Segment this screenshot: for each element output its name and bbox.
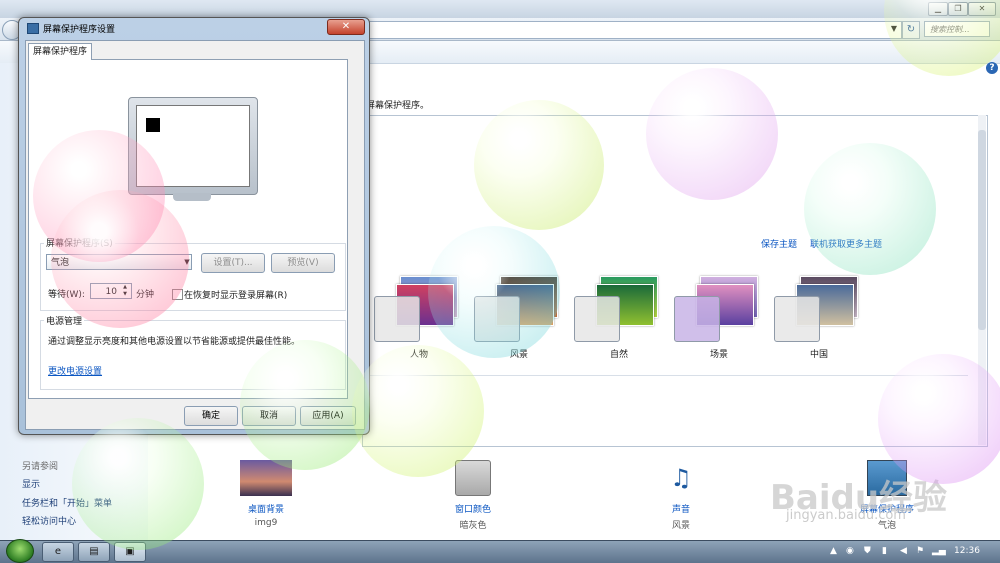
dialog-app-icon — [27, 23, 39, 34]
resume-checkbox[interactable] — [172, 289, 183, 300]
theme-color-swatch — [374, 296, 420, 342]
dialog-title: 屏幕保护程序设置 — [43, 25, 116, 35]
screensaver-group-label: 屏幕保护程序(S) — [44, 236, 115, 249]
theme-label: 中国 — [809, 350, 828, 360]
divider — [368, 375, 968, 376]
settings-button[interactable]: 设置(T)... — [201, 253, 265, 273]
speaker-icon[interactable]: ◀ — [900, 546, 907, 556]
theme-tile[interactable]: 人物 — [374, 272, 464, 362]
desktop-background-item[interactable]: 桌面背景 img9 — [221, 460, 311, 528]
music-notes-icon: ♫ — [670, 464, 692, 492]
chevron-down-icon[interactable]: ▼ — [888, 22, 900, 36]
maximize-button[interactable]: ❐ — [948, 2, 968, 16]
see-also-link-display[interactable]: 显示 — [22, 477, 40, 490]
theme-color-swatch — [474, 296, 520, 342]
explorer-folder-icon[interactable]: ▤ — [78, 542, 110, 562]
power-management-label: 电源管理 — [44, 314, 85, 327]
item-value: 暗灰色 — [459, 521, 487, 531]
theme-tile[interactable]: 中国 — [774, 272, 864, 362]
screensaver-select[interactable]: 气泡 — [46, 254, 192, 270]
item-value: img9 — [254, 518, 278, 528]
theme-label: 风景 — [509, 350, 528, 360]
instruction-text: 屏幕保护程序。 — [366, 101, 430, 111]
item-label: 桌面背景 — [247, 505, 284, 515]
sounds-item[interactable]: ♫ 声音 风景 — [636, 460, 726, 531]
preview-screensaver-window — [146, 118, 160, 132]
see-also-link-ease-of-access[interactable]: 轻松访问中心 — [22, 514, 76, 527]
power-description: 通过调整显示亮度和其他电源设置以节省能源或提供最佳性能。 — [48, 337, 301, 347]
chevron-down-icon[interactable]: ▼ — [182, 254, 192, 270]
signal-icon[interactable]: ▂▄ — [932, 546, 946, 556]
ok-button[interactable]: 确定 — [184, 406, 238, 426]
close-window-button[interactable]: ✕ — [968, 2, 996, 16]
theme-label: 人物 — [409, 350, 428, 360]
clock[interactable]: 12:36 — [954, 546, 980, 556]
tray-expand-icon[interactable]: ▲ — [830, 546, 837, 556]
tab-screensaver[interactable]: 屏幕保护程序 — [28, 43, 92, 60]
baidu-watermark-url: jingyan.baidu.com — [786, 508, 906, 523]
apply-button[interactable]: 应用(A) — [300, 406, 356, 426]
window-titlebar — [0, 0, 1000, 18]
minimize-button[interactable]: ▁ — [928, 2, 948, 16]
see-also-heading: 另请参阅 — [22, 462, 59, 472]
help-icon[interactable]: ? — [986, 62, 998, 74]
search-input[interactable]: 搜索控制... — [924, 21, 990, 37]
theme-color-swatch — [774, 296, 820, 342]
scrollbar-thumb[interactable] — [978, 130, 986, 330]
internet-explorer-icon[interactable]: e — [42, 542, 74, 562]
cancel-button[interactable]: 取消 — [242, 406, 296, 426]
minutes-label: 分钟 — [136, 290, 155, 300]
theme-label: 场景 — [709, 350, 728, 360]
control-panel-taskbar-icon[interactable]: ▣ — [114, 542, 146, 562]
power-management-group — [40, 320, 346, 390]
network-globe-icon[interactable]: ◉ — [846, 546, 854, 556]
theme-color-swatch — [674, 296, 720, 342]
resume-label: 在恢复时显示登录屏幕(R) — [184, 291, 288, 301]
change-power-settings-link[interactable]: 更改电源设置 — [48, 364, 102, 377]
theme-color-swatch — [574, 296, 620, 342]
item-label: 声音 — [671, 505, 690, 515]
theme-tile[interactable]: 场景 — [674, 272, 764, 362]
battery-icon[interactable]: ▮ — [882, 546, 887, 556]
refresh-button[interactable]: ↻ — [902, 21, 920, 39]
shield-icon[interactable]: ⛊ — [864, 546, 871, 556]
spinner-arrows-icon[interactable]: ▲ ▼ — [120, 284, 130, 298]
save-theme-link[interactable]: 保存主题 — [761, 237, 797, 250]
theme-label: 自然 — [609, 350, 628, 360]
theme-tile[interactable]: 风景 — [474, 272, 564, 362]
image-thumbnail — [240, 460, 292, 496]
flag-icon[interactable]: ⚑ — [916, 546, 924, 556]
see-also-link-taskbar[interactable]: 任务栏和「开始」菜单 — [22, 496, 112, 509]
theme-tile[interactable]: 自然 — [574, 272, 664, 362]
close-icon[interactable]: ✕ — [327, 19, 365, 35]
get-more-themes-link[interactable]: 联机获取更多主题 — [810, 237, 882, 250]
preview-button[interactable]: 预览(V) — [271, 253, 335, 273]
wait-label: 等待(W): — [48, 290, 85, 300]
window-color-item[interactable]: 窗口颜色 暗灰色 — [428, 460, 518, 531]
windows-start-icon[interactable] — [6, 539, 34, 563]
color-swatch-icon — [455, 460, 491, 496]
monitor-stand — [173, 193, 211, 201]
item-label: 窗口颜色 — [454, 505, 491, 515]
item-value: 风景 — [671, 521, 690, 531]
